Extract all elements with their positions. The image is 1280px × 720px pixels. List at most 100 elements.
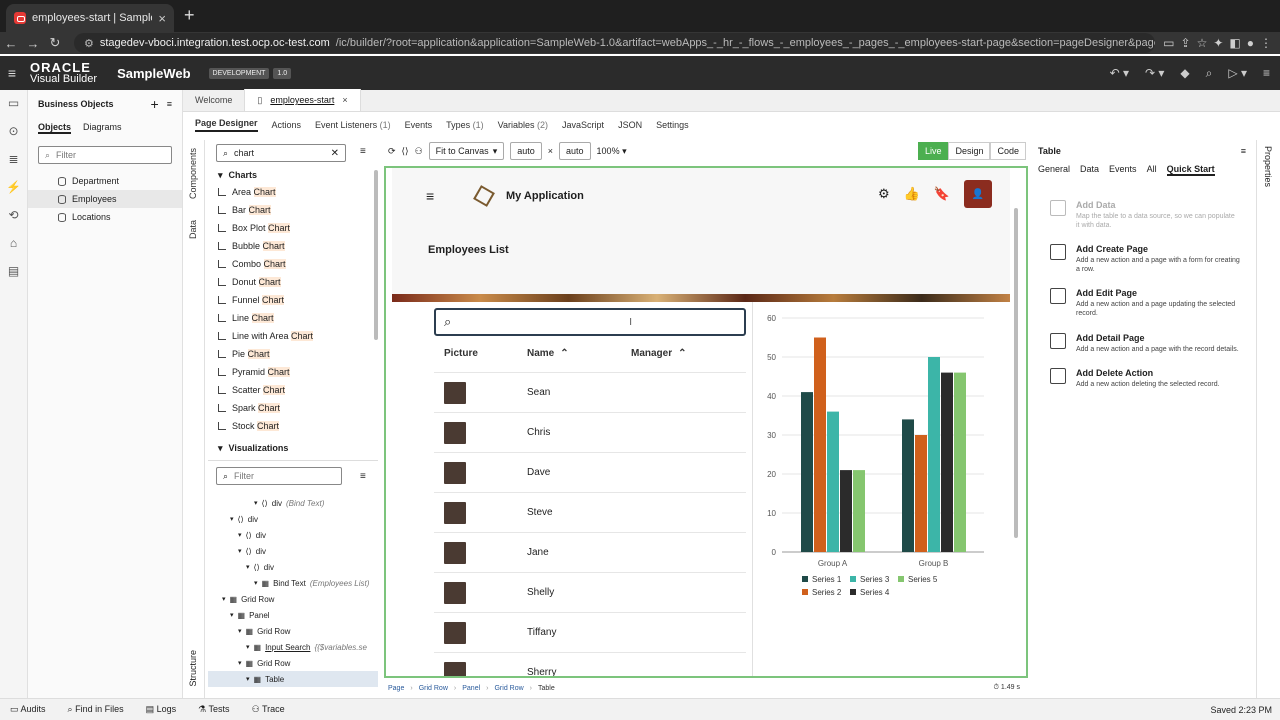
structure-node[interactable]: ▾ ⟨⟩ div (208, 543, 378, 559)
reload-icon[interactable]: ↻ (44, 35, 66, 51)
forward-icon[interactable]: → (22, 36, 44, 51)
palette-item[interactable]: Box Plot Chart (208, 219, 378, 237)
table-row[interactable]: Sean (434, 372, 746, 412)
chevron-down-icon[interactable]: ▾ (238, 627, 242, 635)
share-icon[interactable]: ⇪ (1181, 36, 1191, 50)
tab-components[interactable]: Components (188, 148, 198, 199)
palette-item[interactable]: Bubble Chart (208, 237, 378, 255)
layouts-icon[interactable]: ⌂ (10, 236, 17, 250)
settings-icon[interactable]: ⚙ (878, 186, 890, 202)
quick-start-add-delete-action[interactable]: Add Delete Action Add a new action deleti… (1030, 354, 1254, 389)
table-row[interactable]: Chris (434, 412, 746, 452)
table-row[interactable]: Jane (434, 532, 746, 572)
thumbs-up-icon[interactable]: 👍 (904, 186, 920, 202)
panel-menu-icon[interactable]: ≡ (167, 99, 172, 109)
user-icon[interactable]: ⚇ (415, 146, 423, 157)
chevron-down-icon[interactable]: ▾ (230, 515, 234, 523)
code-toggle-icon[interactable]: ⟨⟩ (402, 146, 409, 157)
palette-item[interactable]: Donut Chart (208, 273, 378, 291)
avatar[interactable]: 👤 (964, 180, 992, 208)
url-field[interactable]: ⚙ stagedev-vboci.integration.test.ocp.oc… (74, 33, 1156, 53)
column-header-manager[interactable]: Manager ⌃ (631, 348, 687, 359)
business-objects-icon[interactable]: ≣ (8, 152, 18, 166)
structure-node[interactable]: ▾ ⟨⟩ div (208, 511, 378, 527)
chevron-down-icon[interactable]: ▾ (230, 611, 234, 619)
palette-item[interactable]: Line Chart (208, 309, 378, 327)
footer-logs[interactable]: ▤ Logs (146, 704, 177, 715)
zoom-select[interactable]: 100% ▾ (597, 146, 627, 157)
palette-item[interactable]: Line with Area Chart (208, 327, 378, 345)
palette-item[interactable]: Stock Chart (208, 417, 378, 435)
chevron-down-icon[interactable]: ▾ (246, 675, 250, 683)
close-icon[interactable]: × (342, 95, 347, 105)
sort-icon[interactable]: ⌃ (560, 348, 568, 359)
chevron-down-icon[interactable]: ▾ (254, 499, 258, 507)
table-row[interactable]: Dave (434, 452, 746, 492)
browser-tab[interactable]: employees-start | SampleWeb × (6, 4, 174, 32)
palette-item[interactable]: Scatter Chart (208, 381, 378, 399)
source-icon[interactable]: ▤ (8, 264, 19, 278)
tab-objects[interactable]: Objects (38, 122, 72, 134)
palette-item[interactable]: Spark Chart (208, 399, 378, 417)
section-visualizations[interactable]: ▾ Visualizations (208, 435, 378, 456)
palette-item[interactable]: Area Chart (208, 183, 378, 201)
more-menu-icon[interactable]: ≡ (1263, 66, 1270, 81)
structure-node[interactable]: ▾ ⟨⟩ div (208, 559, 378, 575)
structure-node[interactable]: ▾ ▦ Panel (208, 607, 378, 623)
tab-employees-start[interactable]: ▯ employees-start × (244, 89, 361, 111)
properties-menu-icon[interactable]: ≡ (1241, 146, 1246, 156)
new-tab-icon[interactable]: + (184, 5, 195, 26)
footer-find-in-files[interactable]: ⌕ Find in Files (68, 704, 124, 715)
main-menu-icon[interactable]: ≡ (0, 65, 24, 81)
filter-input[interactable]: ⌕ Filter (38, 146, 172, 164)
palette-item[interactable]: Combo Chart (208, 255, 378, 273)
clear-icon[interactable]: ✕ (331, 148, 339, 159)
chevron-down-icon[interactable]: ▾ (254, 579, 258, 587)
redo-icon[interactable]: ↷ ▾ (1145, 66, 1164, 81)
subtab-events[interactable]: Events (405, 120, 433, 130)
footer-trace[interactable]: ⚇ Trace (252, 704, 285, 715)
chevron-down-icon[interactable]: ▾ (246, 643, 250, 651)
bo-item-employees[interactable]: Employees (28, 190, 182, 208)
quick-start-add-detail-page[interactable]: Add Detail Page Add a new action and a pa… (1030, 319, 1254, 354)
tab-general[interactable]: General (1038, 164, 1070, 176)
chevron-down-icon[interactable]: ▾ (238, 547, 242, 555)
structure-filter-input[interactable]: ⌕ Filter (216, 467, 342, 485)
browser-menu-icon[interactable]: ⋮ (1260, 36, 1272, 50)
tab-data[interactable]: Data (188, 220, 198, 239)
structure-node[interactable]: ▾ ⟨⟩ div (Bind Text) (208, 495, 378, 511)
table-row[interactable]: Sherry (434, 652, 746, 676)
table-row[interactable]: Steve (434, 492, 746, 532)
canvas-scrollbar[interactable] (1014, 208, 1018, 538)
subtab-javascript[interactable]: JavaScript (562, 120, 604, 130)
structure-node[interactable]: ▾ ▦ Grid Row (208, 655, 378, 671)
tab-structure[interactable]: Structure (188, 650, 198, 687)
fit-select[interactable]: Fit to Canvas ▾ (428, 142, 505, 160)
subtab-settings[interactable]: Settings (656, 120, 689, 130)
structure-node[interactable]: ▾ ⟨⟩ div (208, 527, 378, 543)
add-icon[interactable]: + (151, 96, 159, 112)
breadcrumb-item[interactable]: Grid Row (494, 685, 523, 692)
table-row[interactable]: Shelly (434, 572, 746, 612)
breadcrumb-item[interactable]: Grid Row (419, 685, 448, 692)
structure-menu-icon[interactable]: ≡ (360, 471, 366, 482)
chevron-down-icon[interactable]: ▾ (238, 659, 242, 667)
tab-events[interactable]: Events (1109, 164, 1137, 176)
column-header-name[interactable]: Name ⌃ (527, 348, 631, 359)
breadcrumb-item[interactable]: Page (388, 685, 404, 692)
subtab-event-listeners[interactable]: Event Listeners (1) (315, 120, 391, 130)
subtab-actions[interactable]: Actions (272, 120, 302, 130)
chevron-down-icon[interactable]: ▾ (246, 563, 250, 571)
chevron-down-icon[interactable]: ▾ (222, 595, 226, 603)
subtab-types[interactable]: Types (1) (446, 120, 484, 130)
tab-quick-start[interactable]: Quick Start (1166, 164, 1215, 176)
components-icon[interactable]: ⚡ (6, 180, 21, 194)
hamburger-icon[interactable]: ≡ (426, 188, 434, 204)
tab-properties[interactable]: Properties (1263, 146, 1273, 187)
git-icon[interactable]: ◆ (1180, 66, 1189, 81)
web-apps-icon[interactable]: ▭ (8, 96, 19, 110)
mode-design[interactable]: Design (948, 142, 991, 160)
services-icon[interactable]: ⊙ (8, 124, 18, 138)
bo-item-locations[interactable]: Locations (28, 208, 182, 226)
height-input[interactable]: auto (559, 142, 591, 160)
